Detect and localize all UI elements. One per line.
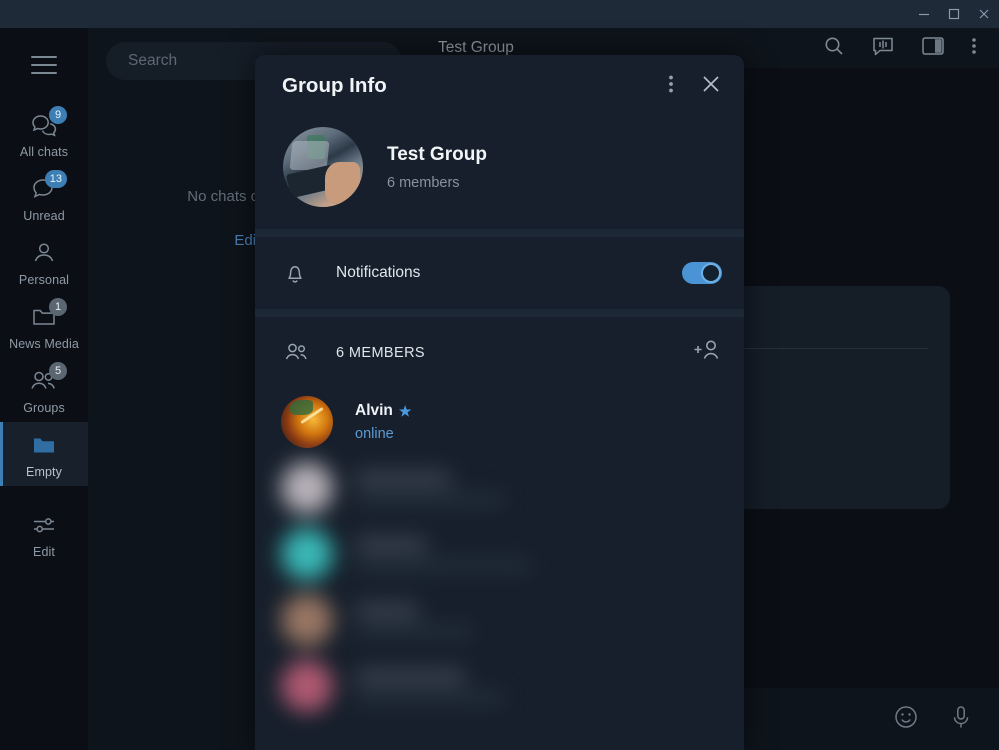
members-icon <box>283 341 317 365</box>
notifications-toggle[interactable] <box>682 262 722 284</box>
close-icon[interactable] <box>700 73 722 100</box>
sidebar-item-news-media[interactable]: 1 News Media <box>0 294 88 358</box>
hamburger-menu-icon[interactable] <box>21 42 67 88</box>
folder-filled-icon <box>27 430 61 460</box>
member-name-wrap: Alvin ★ <box>355 402 411 420</box>
split-view-icon[interactable] <box>921 35 945 62</box>
avatar <box>281 594 333 646</box>
dialog-title: Group Info <box>282 74 387 98</box>
group-avatar[interactable] <box>283 127 363 207</box>
voice-chat-icon[interactable] <box>871 34 895 63</box>
more-menu-icon[interactable] <box>971 35 977 62</box>
telegram-window: 9 All chats 13 Unread Personal <box>0 0 999 750</box>
avatar <box>281 462 333 514</box>
section-divider <box>255 229 744 237</box>
minimize-button[interactable] <box>909 0 939 28</box>
member-text: Alvin ★ online <box>355 402 411 442</box>
dialog-header-actions <box>668 73 722 100</box>
blurred-members-list[interactable] <box>255 455 744 719</box>
sidebar-item-edit[interactable]: Edit <box>0 502 88 566</box>
badge-count: 9 <box>49 106 67 124</box>
maximize-button[interactable] <box>939 0 969 28</box>
dialog-header: Group Info <box>255 55 744 117</box>
notifications-toggle-wrap <box>682 262 722 284</box>
sidebar-item-unread[interactable]: 13 Unread <box>0 166 88 230</box>
sidebar-item-label: News Media <box>9 337 79 351</box>
unread-icon: 13 <box>27 174 61 204</box>
list-item[interactable] <box>255 521 744 587</box>
microphone-icon[interactable] <box>949 704 973 735</box>
sidebar-item-label: Groups <box>23 401 65 415</box>
chat-header-actions <box>823 34 999 63</box>
group-profile[interactable]: Test Group 6 members <box>255 117 744 229</box>
members-section-header: 6 MEMBERS <box>255 317 744 389</box>
more-menu-icon[interactable] <box>668 73 674 100</box>
folders-sidebar: 9 All chats 13 Unread Personal <box>0 28 88 750</box>
emoji-icon[interactable] <box>893 704 919 735</box>
search-icon[interactable] <box>823 35 845 62</box>
add-member-wrap <box>692 338 722 369</box>
add-member-icon[interactable] <box>692 338 722 369</box>
members-heading: 6 MEMBERS <box>336 345 425 361</box>
badge-count: 1 <box>49 298 67 316</box>
sidebar-item-empty[interactable]: Empty <box>0 422 88 486</box>
list-item[interactable] <box>255 587 744 653</box>
sidebar-item-label: Unread <box>23 209 65 223</box>
close-button[interactable] <box>969 0 999 28</box>
sidebar-item-personal[interactable]: Personal <box>0 230 88 294</box>
notifications-row[interactable]: Notifications <box>255 237 744 309</box>
group-icon: 5 <box>27 366 61 396</box>
badge-count: 5 <box>49 362 67 380</box>
list-item[interactable] <box>255 653 744 719</box>
section-divider <box>255 309 744 317</box>
sidebar-item-groups[interactable]: 5 Groups <box>0 358 88 422</box>
group-name: Test Group <box>387 144 487 166</box>
member-status: online <box>355 426 411 442</box>
sidebar-item-label: All chats <box>20 145 68 159</box>
sidebar-item-all-chats[interactable]: 9 All chats <box>0 102 88 166</box>
window-titlebar <box>0 0 999 28</box>
sidebar-item-label: Empty <box>26 465 62 479</box>
avatar <box>281 396 333 448</box>
member-name: Alvin <box>355 402 393 420</box>
settings-sliders-icon <box>27 510 61 540</box>
group-profile-text: Test Group 6 members <box>387 144 487 191</box>
person-icon <box>27 238 61 268</box>
notifications-label: Notifications <box>336 264 420 282</box>
bell-icon <box>283 260 317 286</box>
sidebar-item-label: Edit <box>33 545 55 559</box>
folder-icon: 1 <box>27 302 61 332</box>
member-row-alvin[interactable]: Alvin ★ online <box>255 389 744 455</box>
search-placeholder: Search <box>128 52 177 70</box>
avatar <box>281 528 333 580</box>
chats-icon: 9 <box>27 110 61 140</box>
premium-star-icon: ★ <box>399 403 412 420</box>
avatar <box>281 660 333 712</box>
list-item[interactable] <box>255 455 744 521</box>
sidebar-item-label: Personal <box>19 273 69 287</box>
group-info-dialog: Group Info Test Group 6 members <box>255 55 744 750</box>
badge-count: 13 <box>45 170 67 188</box>
group-member-count: 6 members <box>387 175 487 191</box>
